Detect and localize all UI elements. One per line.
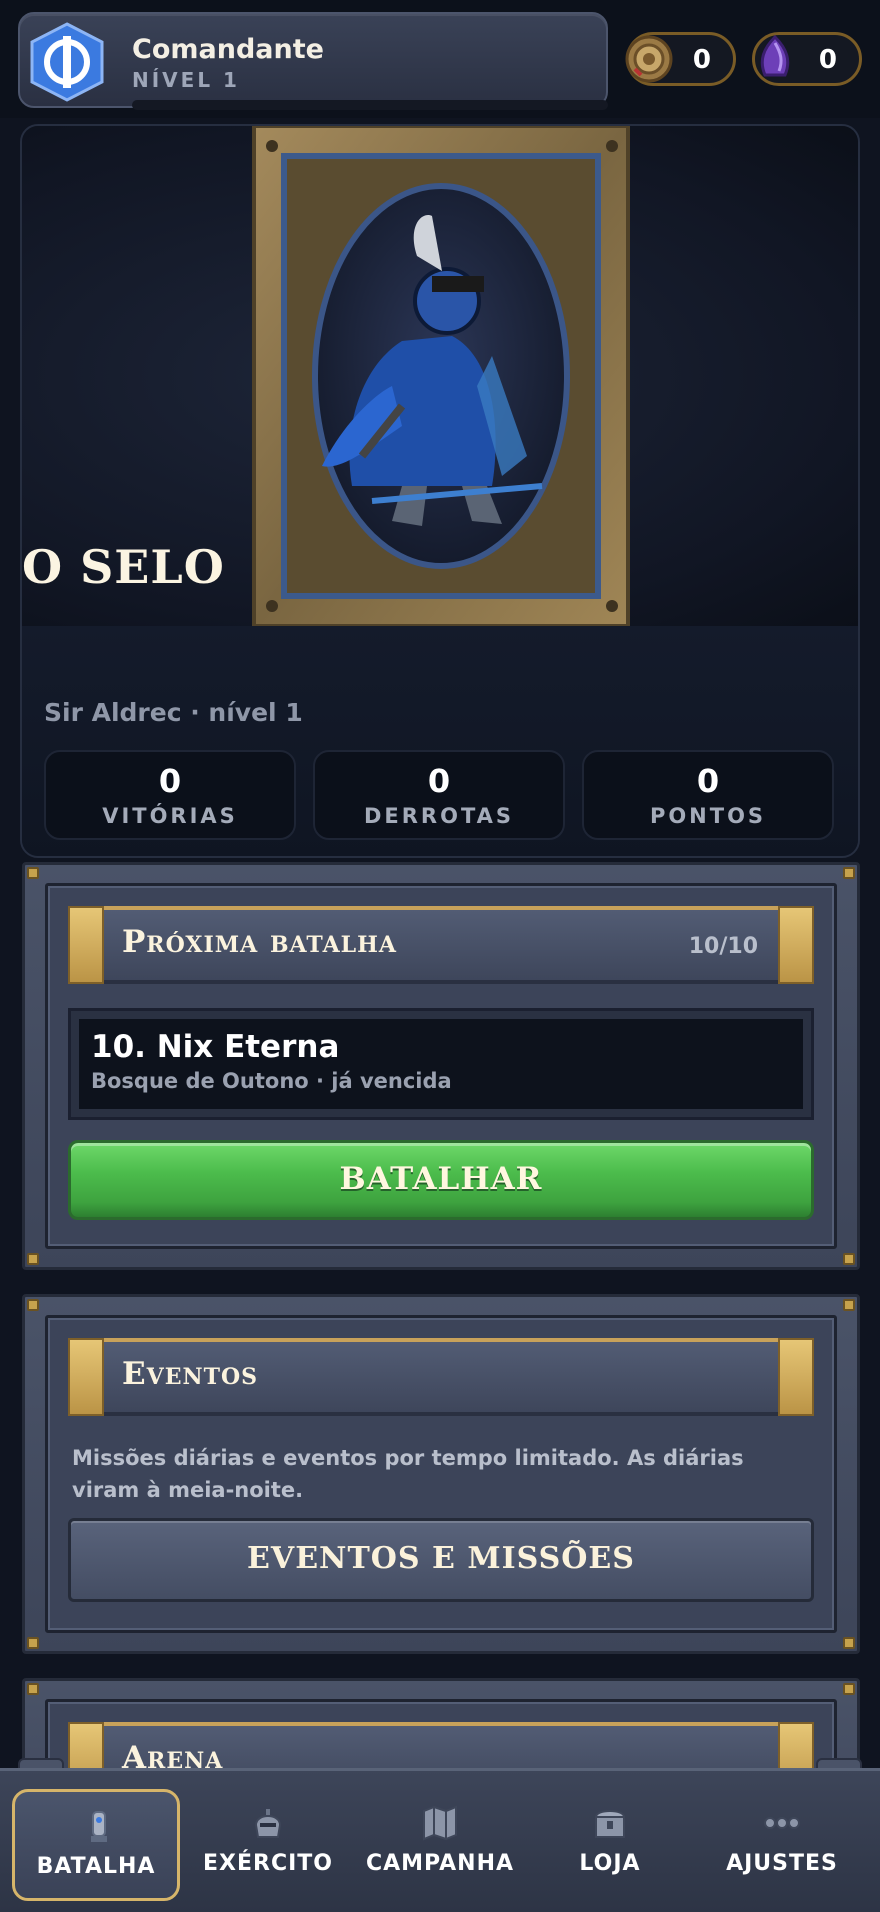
next-battle-title: Próxima batalha (122, 924, 397, 960)
nav-label: BATALHA (36, 1854, 156, 1879)
nav-label: CAMPANHA (365, 1851, 515, 1876)
purple-crystal-icon (760, 34, 790, 77)
battle-progress: 10/10 (688, 934, 758, 959)
stat-value: 0 (158, 762, 182, 800)
gold-currency[interactable]: 0 (625, 32, 736, 86)
battle-icon (91, 1811, 107, 1842)
profile-card[interactable]: Comandante NÍVEL 1 (18, 12, 608, 110)
events-title: Eventos (122, 1356, 258, 1392)
nav-tab-ajustes[interactable]: AJUSTES (698, 1789, 866, 1901)
hero-title: O SELO (22, 540, 225, 594)
next-battle-banner: Próxima batalha 10/10 (68, 906, 814, 984)
stat-points: 0 PONTOS (582, 750, 834, 840)
xp-bar (132, 100, 608, 110)
stat-defeats: 0 DERROTAS (313, 750, 565, 840)
events-button-label: EVENTOS E MISSÕES (247, 1541, 635, 1576)
map-icon (423, 1805, 457, 1841)
panel-inner: Eventos Missões diárias e eventos por te… (45, 1315, 837, 1633)
nav-label: LOJA (579, 1851, 641, 1876)
gold-value: 0 (692, 45, 711, 75)
crystal-currency[interactable]: 0 (752, 32, 862, 86)
stage-name: 10. Nix Eterna (91, 1029, 340, 1065)
top-bar: Comandante NÍVEL 1 0 0 (0, 0, 880, 118)
nav-label: EXÉRCITO (203, 1851, 333, 1876)
battle-button[interactable]: BATALHAR (68, 1140, 814, 1220)
crystal-value: 0 (818, 45, 837, 75)
stat-value: 0 (427, 762, 451, 800)
hero-card[interactable] (20, 124, 860, 858)
events-missions-button[interactable]: EVENTOS E MISSÕES (68, 1518, 814, 1602)
chest-icon (594, 1810, 626, 1838)
stat-value: 0 (696, 762, 720, 800)
profile-name: Comandante (132, 34, 324, 65)
events-banner: Eventos (68, 1338, 814, 1416)
hero-subtitle: Sir Aldrec · nível 1 (44, 698, 303, 727)
stat-label: VITÓRIAS (102, 804, 238, 828)
events-panel: Eventos Missões diárias e eventos por te… (22, 1294, 860, 1654)
events-description: Missões diárias e eventos por tempo limi… (72, 1446, 744, 1502)
stat-label: PONTOS (649, 804, 767, 828)
panel-inner: Próxima batalha 10/10 10. Nix Eterna Bos… (45, 883, 837, 1249)
stage-subtitle: Bosque de Outono · já vencida (91, 1069, 452, 1093)
stat-label: DERROTAS (363, 804, 515, 828)
nav-tab-loja[interactable]: LOJA (526, 1789, 694, 1901)
battle-button-label: BATALHAR (339, 1161, 543, 1197)
next-stage-box[interactable]: 10. Nix Eterna Bosque de Outono · já ven… (68, 1008, 814, 1120)
bottom-nav: BATALHA EXÉRCITO CAMPANHA LOJA AJUSTES (0, 1768, 880, 1912)
stat-victories: 0 VITÓRIAS (44, 750, 296, 840)
nav-tab-exercito[interactable]: EXÉRCITO (184, 1789, 352, 1901)
profile-level: NÍVEL 1 (132, 68, 240, 92)
helmet-icon (254, 1809, 282, 1838)
next-battle-panel: Próxima batalha 10/10 10. Nix Eterna Bos… (22, 862, 860, 1270)
nav-tab-campanha[interactable]: CAMPANHA (356, 1789, 524, 1901)
dots-icon (764, 1817, 800, 1829)
nav-tab-batalha[interactable]: BATALHA (12, 1789, 180, 1901)
gold-coin-icon (625, 35, 673, 83)
commander-avatar-icon (30, 22, 104, 102)
nav-label: AJUSTES (726, 1851, 838, 1876)
